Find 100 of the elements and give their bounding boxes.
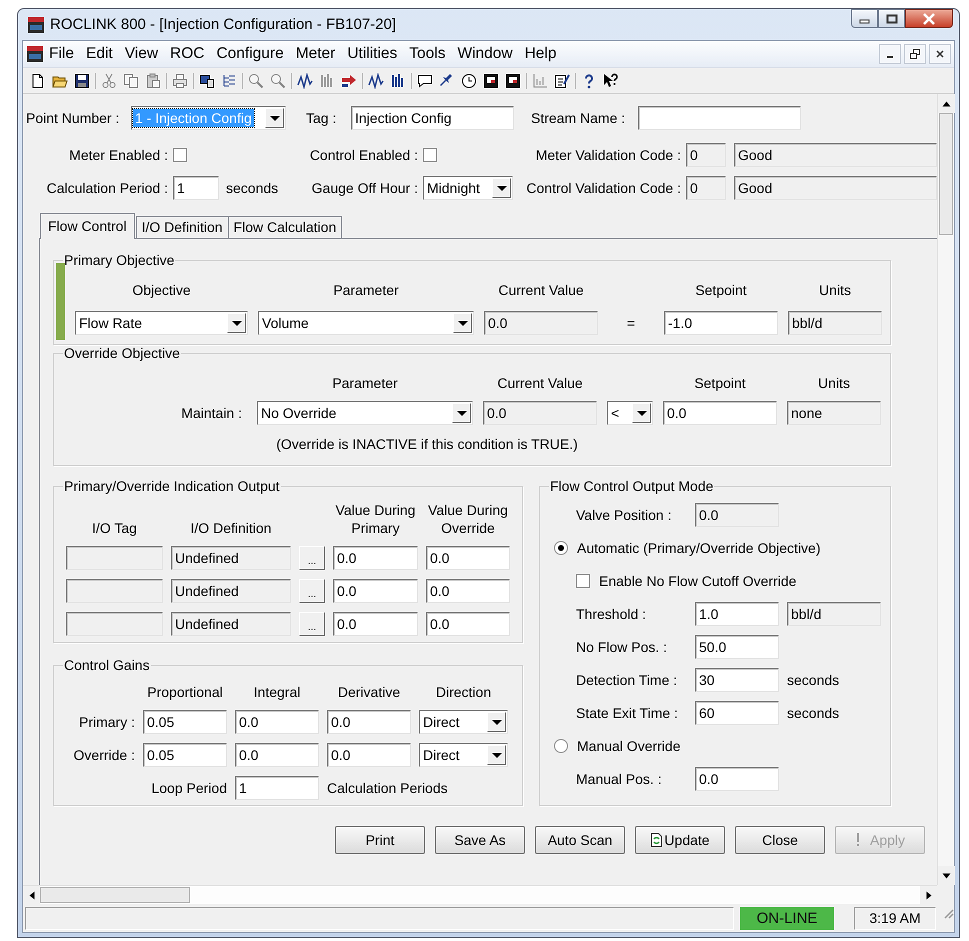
monitor-icon[interactable] bbox=[505, 72, 521, 88]
setpoint-field[interactable]: 0.0 bbox=[663, 401, 777, 425]
clock-icon[interactable] bbox=[461, 72, 477, 88]
value-field[interactable]: 0.0 bbox=[426, 546, 510, 570]
checkbox[interactable] bbox=[423, 148, 437, 162]
direction-dropdown[interactable]: Direct bbox=[419, 710, 508, 734]
menu-item[interactable]: Window bbox=[451, 44, 519, 64]
maximize-button[interactable] bbox=[878, 9, 905, 28]
value-field[interactable]: 0.0 bbox=[333, 579, 418, 603]
status-time: 3:19 AM bbox=[854, 907, 936, 930]
objective-dropdown[interactable]: Flow Rate bbox=[75, 311, 248, 335]
status-field: Good bbox=[734, 176, 937, 200]
integral-field[interactable]: 0.0 bbox=[235, 743, 319, 767]
dialog-button[interactable]: Auto Scan bbox=[535, 826, 625, 854]
menu-item[interactable]: Edit bbox=[80, 44, 119, 64]
group-title: Primary Objective bbox=[63, 252, 176, 268]
setting-field[interactable]: 1.0 bbox=[695, 602, 779, 626]
menu-item[interactable]: File bbox=[43, 44, 80, 64]
device-icon[interactable] bbox=[199, 72, 215, 88]
current-value-field: 0.0 bbox=[483, 401, 597, 425]
manual-position-field[interactable]: 0.0 bbox=[695, 767, 779, 791]
dialog-button[interactable]: Print bbox=[335, 826, 425, 854]
dialog-button[interactable]: Save As bbox=[435, 826, 525, 854]
arrows-icon[interactable] bbox=[341, 72, 357, 88]
radio-button[interactable] bbox=[554, 541, 568, 555]
tab[interactable]: Flow Calculation bbox=[228, 216, 342, 238]
tree-icon[interactable] bbox=[221, 72, 237, 88]
radio-button[interactable] bbox=[554, 739, 568, 753]
field-label: Maintain : bbox=[180, 404, 243, 422]
restore-icon[interactable] bbox=[910, 49, 920, 59]
field-label: No Flow Pos. : bbox=[576, 638, 668, 656]
field-label: Meter Validation Code : bbox=[534, 146, 682, 164]
value-field[interactable]: 0.0 bbox=[333, 612, 418, 636]
plane-icon[interactable] bbox=[439, 72, 455, 88]
menu-item[interactable]: Meter bbox=[290, 44, 342, 64]
close-icon[interactable] bbox=[936, 50, 944, 58]
stream-name-field[interactable] bbox=[638, 106, 801, 130]
setpoint-field[interactable]: -1.0 bbox=[664, 311, 778, 335]
units-field: bbl/d bbox=[788, 311, 882, 335]
checkbox[interactable] bbox=[173, 148, 187, 162]
column-header: Setpoint bbox=[694, 282, 748, 299]
value-field[interactable]: 0.0 bbox=[426, 612, 510, 636]
checkbox[interactable] bbox=[576, 574, 590, 588]
tag-field[interactable]: Injection Config bbox=[351, 106, 514, 130]
new-file-icon[interactable] bbox=[30, 72, 46, 88]
dialog-button[interactable]: Close bbox=[735, 826, 825, 854]
monitor-icon[interactable] bbox=[483, 72, 499, 88]
menu-item[interactable]: ROC bbox=[164, 44, 210, 64]
unit-label: seconds bbox=[787, 672, 840, 688]
tab[interactable]: I/O Definition bbox=[136, 216, 229, 238]
derivative-field[interactable]: 0.0 bbox=[327, 743, 411, 767]
close-button[interactable] bbox=[905, 9, 953, 28]
setting-field[interactable]: 60 bbox=[695, 701, 779, 725]
value-field[interactable]: 0.0 bbox=[333, 546, 418, 570]
wave-chart-icon[interactable] bbox=[297, 72, 313, 88]
tab[interactable]: Flow Control bbox=[40, 213, 135, 239]
minimize-button[interactable] bbox=[879, 44, 901, 64]
setting-field[interactable]: 30 bbox=[695, 668, 779, 692]
vertical-scrollbar[interactable] bbox=[937, 94, 954, 885]
bar-lines-icon[interactable] bbox=[390, 72, 406, 88]
menu-item[interactable]: View bbox=[118, 44, 164, 64]
notepad-icon[interactable] bbox=[554, 72, 570, 88]
value-field[interactable]: 0.0 bbox=[426, 579, 510, 603]
direction-dropdown[interactable]: Direct bbox=[419, 743, 508, 767]
parameter-dropdown[interactable]: Volume bbox=[258, 311, 474, 335]
minimize-button[interactable] bbox=[851, 9, 878, 28]
scrollbar-thumb[interactable] bbox=[939, 113, 953, 235]
parameter-dropdown[interactable]: No Override bbox=[257, 401, 473, 425]
menu-item[interactable]: Configure bbox=[210, 44, 290, 64]
column-header: Objective bbox=[131, 282, 192, 299]
pointer-help-icon[interactable] bbox=[603, 72, 619, 88]
loop-period-field[interactable]: 1 bbox=[235, 776, 319, 800]
integral-field[interactable]: 0.0 bbox=[235, 710, 319, 734]
units-field: none bbox=[787, 401, 881, 425]
menu-item[interactable]: Utilities bbox=[341, 44, 404, 64]
save-icon[interactable] bbox=[74, 72, 90, 88]
maximize-icon[interactable] bbox=[886, 14, 898, 24]
calculation-period-field[interactable]: 1 bbox=[173, 176, 219, 200]
browse-button[interactable]: ... bbox=[299, 612, 325, 636]
field-label: Manual Pos. : bbox=[576, 770, 663, 788]
proportional-field[interactable]: 0.05 bbox=[143, 743, 227, 767]
setting-field[interactable]: 50.0 bbox=[695, 635, 779, 659]
dialog-button[interactable]: Update bbox=[635, 826, 725, 854]
wave-chart-icon[interactable] bbox=[368, 72, 384, 88]
scrollbar-thumb[interactable] bbox=[40, 887, 190, 903]
document-logo-icon[interactable] bbox=[27, 46, 43, 62]
column-header: Integral bbox=[252, 684, 302, 701]
restore-button[interactable] bbox=[904, 44, 926, 64]
group-title: Flow Control Output Mode bbox=[549, 478, 714, 494]
browse-button[interactable]: ... bbox=[299, 546, 325, 570]
menu-item[interactable]: Tools bbox=[403, 44, 452, 64]
proportional-field[interactable]: 0.05 bbox=[143, 710, 227, 734]
gauge-off-hour-dropdown[interactable]: Midnight bbox=[423, 176, 513, 200]
speech-bubble-icon[interactable] bbox=[417, 72, 433, 88]
resize-grip-icon[interactable] bbox=[942, 907, 954, 919]
operator-dropdown[interactable]: < bbox=[607, 401, 653, 425]
derivative-field[interactable]: 0.0 bbox=[327, 710, 411, 734]
browse-button[interactable]: ... bbox=[299, 579, 325, 603]
horizontal-scrollbar[interactable] bbox=[23, 885, 937, 904]
menu-item[interactable]: Help bbox=[518, 44, 562, 64]
